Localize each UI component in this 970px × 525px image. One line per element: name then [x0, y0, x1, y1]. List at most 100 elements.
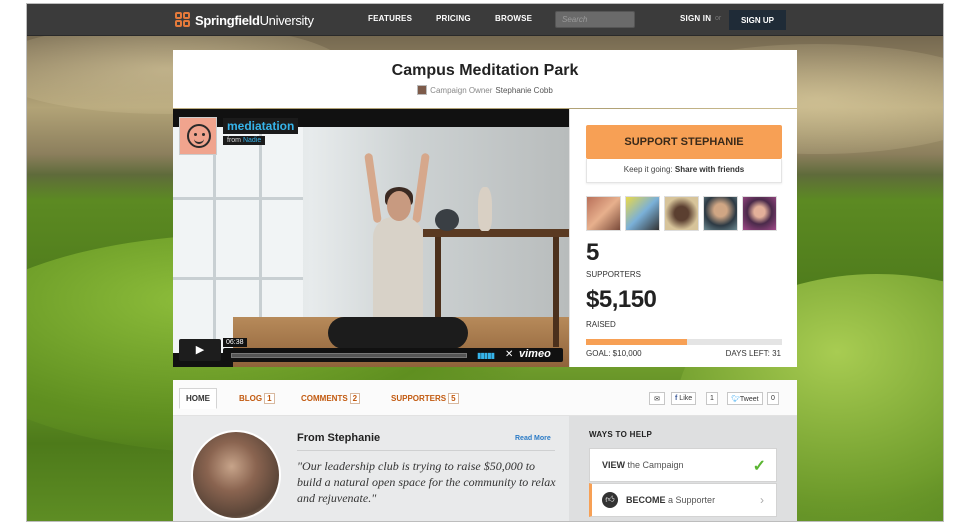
table-leg — [553, 237, 559, 347]
chevron-right-icon: › — [760, 493, 764, 507]
tweet-button[interactable]: 🐦︎Tweet — [727, 392, 763, 405]
video-vase — [435, 209, 459, 231]
ways-to-help: WAYS TO HELP VIEW the Campaign ✓ 👍︎ BECO… — [569, 416, 797, 521]
search-input[interactable]: Search — [555, 11, 635, 28]
message-heading: From Stephanie — [297, 432, 381, 444]
envelope-icon: ✉ — [654, 396, 660, 403]
vimeo-logo[interactable]: vimeo — [519, 348, 551, 360]
view-rest: the Campaign — [627, 460, 684, 470]
person-arm — [412, 152, 430, 224]
avatar[interactable] — [703, 196, 738, 231]
owner-message: From Stephanie Read More "Our leadership… — [173, 416, 569, 521]
view-bold: VIEW — [602, 460, 626, 470]
facebook-like-button[interactable]: f Like — [671, 392, 697, 405]
logo-text-university: University — [259, 12, 314, 28]
smiley-face-icon — [187, 124, 211, 148]
avatar[interactable] — [664, 196, 699, 231]
days-left-text: DAYS LEFT: 31 — [725, 349, 781, 358]
like-count: 1 — [706, 392, 718, 405]
owner-portrait — [191, 430, 281, 520]
top-nav-bar: Springfield University FEATURES PRICING B… — [27, 4, 943, 36]
video-controls: ▮▮▮▮▮ ✕ vimeo — [223, 348, 563, 362]
supporter-avatars — [586, 196, 777, 231]
avatar[interactable] — [586, 196, 621, 231]
fullscreen-icon[interactable]: ✕ — [505, 349, 513, 360]
raised-label: RAISED — [586, 320, 616, 329]
play-icon: ▶ — [195, 344, 205, 356]
person-arm — [364, 152, 382, 224]
campaign-header: Campus Meditation Park Campaign Owner St… — [173, 50, 797, 108]
video-duration: 06:38 — [223, 338, 247, 347]
support-button[interactable]: SUPPORT STEPHANIE — [586, 125, 782, 159]
become-supporter-row[interactable]: 👍︎ BECOME a Supporter › — [589, 483, 777, 517]
person-head — [387, 191, 411, 221]
nav-pricing[interactable]: PRICING — [436, 14, 471, 23]
seek-bar[interactable] — [231, 353, 467, 358]
volume-icon[interactable]: ▮▮▮▮▮ — [477, 351, 495, 360]
tab-supporters[interactable]: SUPPORTERS 5 — [385, 388, 465, 409]
video-author[interactable]: Nadie — [243, 137, 261, 144]
message-quote: "Our leadership club is trying to raise … — [297, 459, 556, 505]
tab-label: COMMENTS — [301, 394, 348, 403]
funding-progress-bar — [586, 339, 782, 345]
become-rest: a Supporter — [668, 495, 716, 505]
vimeo-user-avatar[interactable] — [179, 117, 217, 155]
divider — [297, 450, 555, 451]
checkmark-icon: ✓ — [752, 458, 766, 475]
person-torso — [373, 217, 423, 327]
tab-label: BLOG — [239, 394, 263, 403]
campaign-tabs: HOME BLOG 1 COMMENTS 2 SUPPORTERS 5 ✉ f Lik… — [173, 380, 797, 416]
tab-blog[interactable]: BLOG 1 — [233, 388, 281, 409]
tab-count: 5 — [448, 393, 459, 404]
page-frame: Springfield University FEATURES PRICING B… — [26, 3, 944, 522]
logo-text-springfield: Springfield — [195, 12, 260, 28]
campaign-sidebar: SUPPORT STEPHANIE Keep it going: Share w… — [569, 109, 797, 367]
nav-browse[interactable]: BROWSE — [495, 14, 532, 23]
tab-count: 1 — [264, 393, 275, 404]
site-logo[interactable]: Springfield University — [175, 11, 314, 29]
video-player[interactable]: mediatation from Nadie ▶ 06:38 ▮▮▮▮▮ ✕ v… — [173, 109, 569, 367]
goal-text: GOAL: $10,000 — [586, 349, 642, 358]
or-separator: or — [715, 15, 722, 22]
video-title[interactable]: mediatation — [223, 118, 299, 134]
raised-amount: $5,150 — [586, 286, 657, 313]
like-label: Like — [679, 395, 693, 402]
tab-label: HOME — [186, 394, 210, 403]
tweet-count: 0 — [767, 392, 779, 405]
tab-label: SUPPORTERS — [391, 394, 447, 403]
avatar[interactable] — [742, 196, 777, 231]
video-frame — [173, 127, 569, 367]
logo-icon — [175, 12, 191, 28]
person-legs — [328, 317, 468, 349]
from-label: from — [227, 137, 241, 144]
ways-heading: WAYS TO HELP — [589, 430, 653, 439]
nav-features[interactable]: FEATURES — [368, 14, 412, 23]
email-share-button[interactable]: ✉ — [649, 392, 665, 405]
twitter-icon: 🐦︎ — [731, 396, 740, 403]
owner-name[interactable]: Stephanie Cobb — [495, 86, 552, 95]
keep-going-text: Keep it going: — [623, 165, 673, 174]
become-bold: BECOME — [626, 495, 666, 505]
funding-progress-fill — [586, 339, 687, 345]
read-more-link[interactable]: Read More — [515, 435, 551, 442]
share-bar[interactable]: Keep it going: Share with friends — [586, 159, 782, 183]
supporters-label: SUPPORTERS — [586, 270, 641, 279]
play-button[interactable]: ▶ — [179, 339, 221, 361]
avatar[interactable] — [625, 196, 660, 231]
tab-comments[interactable]: COMMENTS 2 — [295, 388, 366, 409]
tab-count: 2 — [349, 393, 361, 404]
video-vase — [478, 187, 492, 231]
sign-in-link[interactable]: SIGN IN — [680, 14, 711, 23]
tab-home[interactable]: HOME — [179, 388, 217, 409]
facebook-icon: f — [675, 395, 678, 402]
owner-label: Campaign Owner — [430, 85, 493, 95]
view-campaign-row[interactable]: VIEW the Campaign ✓ — [589, 448, 777, 482]
campaign-owner: Campaign Owner Stephanie Cobb — [173, 85, 797, 95]
share-link[interactable]: Share with friends — [675, 165, 744, 174]
video-byline: from Nadie — [223, 136, 266, 145]
owner-avatar — [417, 85, 428, 95]
campaign-title: Campus Meditation Park — [391, 62, 579, 79]
supporters-count: 5 — [586, 239, 599, 266]
tweet-label: Tweet — [739, 396, 759, 403]
sign-up-button[interactable]: SIGN UP — [729, 10, 786, 30]
